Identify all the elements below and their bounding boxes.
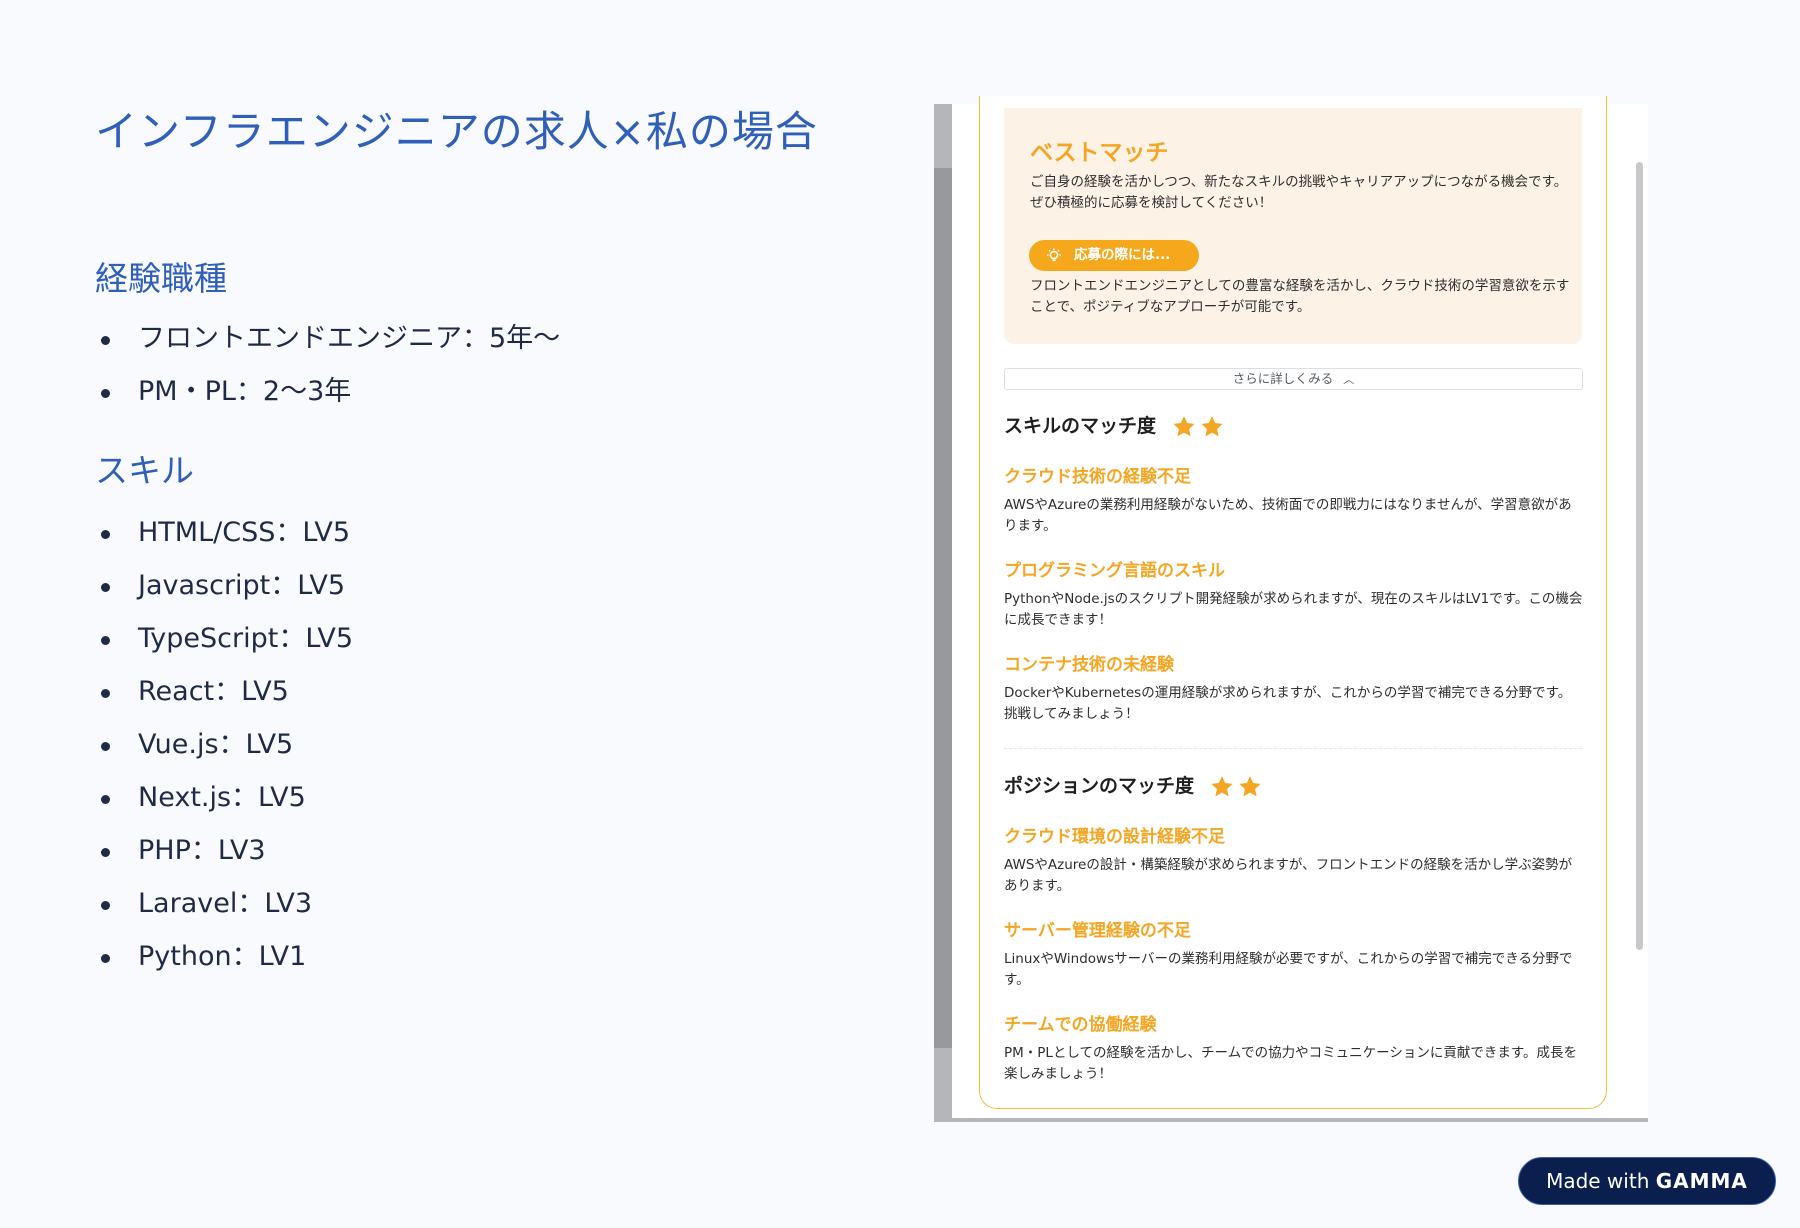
star-icon xyxy=(1239,775,1261,796)
list-item: PHP：LV3 xyxy=(95,833,353,886)
skill-item-desc: PythonやNode.jsのスクリプト開発経験が求められますが、現在のスキルは… xyxy=(1004,591,1583,628)
position-match-stars xyxy=(1209,771,1265,801)
star-icon xyxy=(1173,415,1195,436)
skill-match-stars xyxy=(1171,411,1227,441)
star-icon xyxy=(1201,415,1223,436)
list-item: フロントエンドエンジニア：5年〜 xyxy=(95,321,560,374)
skills-list: HTML/CSS：LV5 Javascript：LV5 TypeScript：L… xyxy=(95,515,353,992)
list-item: Vue.js：LV5 xyxy=(95,727,353,780)
position-item-desc: PM・PLとしての経験を活かし、チームでの協力やコミュニケーションに貢献できます… xyxy=(1004,1045,1578,1082)
list-item: Javascript：LV5 xyxy=(95,568,353,621)
see-more-label: さらに詳しくみる xyxy=(1232,371,1334,386)
experience-list: フロントエンドエンジニア：5年〜 PM・PL：2〜3年 xyxy=(95,321,560,427)
list-item: HTML/CSS：LV5 xyxy=(95,515,353,568)
experience-heading: 経験職種 xyxy=(95,259,227,298)
best-match-description: ご自身の経験を活かしつつ、新たなスキルの挑戦やキャリアアップにつながる機会です。… xyxy=(1030,174,1568,211)
position-item-desc: AWSやAzureの設計・構築経験が求められますが、フロントエンドの経験を活かし… xyxy=(1004,857,1573,894)
list-item: React：LV5 xyxy=(95,674,353,727)
skills-heading: スキル xyxy=(95,451,194,490)
list-item: PM・PL：2〜3年 xyxy=(95,374,560,427)
lightbulb-icon xyxy=(1047,248,1061,262)
made-with-gamma-badge[interactable]: Made with GAMMA xyxy=(1518,1157,1776,1205)
skill-item-desc: DockerやKubernetesの運用経験が求められますが、これからの学習で補… xyxy=(1004,685,1572,722)
skill-item-desc: AWSやAzureの業務利用経験がないため、技術面での即戦力にはなりませんが、学… xyxy=(1004,497,1572,534)
skill-item-title: プログラミング言語のスキル xyxy=(1004,561,1225,581)
position-item-title: サーバー管理経験の不足 xyxy=(1004,921,1191,941)
skill-match-heading: スキルのマッチ度 xyxy=(1004,411,1227,441)
page-title: インフラエンジニアの求人×私の場合 xyxy=(95,107,818,156)
apply-tip-text: フロントエンドエンジニアとしての豊富な経験を活かし、クラウド技術の学習意欲を示す… xyxy=(1030,278,1570,315)
section-divider xyxy=(1004,748,1582,749)
apply-tip-pill: 応募の際には... xyxy=(1029,240,1199,271)
best-match-title: ベストマッチ xyxy=(1030,140,1169,166)
see-more-button[interactable]: さらに詳しくみる ︿ xyxy=(1004,368,1583,390)
position-item-desc: LinuxやWindowsサーバーの業務利用経験が必要ですが、これからの学習で補… xyxy=(1004,951,1573,988)
position-item-title: クラウド環境の設計経験不足 xyxy=(1004,827,1225,847)
skill-item-title: クラウド技術の経験不足 xyxy=(1004,467,1191,487)
skill-item-title: コンテナ技術の未経験 xyxy=(1004,655,1174,675)
list-item: Python：LV1 xyxy=(95,939,353,992)
apply-tip-label: 応募の際には... xyxy=(1074,247,1171,263)
position-item-title: チームでの協働経験 xyxy=(1004,1015,1157,1035)
chevron-up-icon: ︿ xyxy=(1343,373,1355,386)
star-icon xyxy=(1211,775,1233,796)
list-item: TypeScript：LV5 xyxy=(95,621,353,674)
list-item: Next.js：LV5 xyxy=(95,780,353,833)
position-match-heading: ポジションのマッチ度 xyxy=(1004,771,1265,801)
made-with-label: Made with xyxy=(1546,1169,1650,1193)
list-item: Laravel：LV3 xyxy=(95,886,353,939)
position-match-label: ポジションのマッチ度 xyxy=(1004,775,1195,797)
screenshot-backdrop xyxy=(934,168,952,1048)
scrollbar-thumb[interactable] xyxy=(1636,162,1643,950)
skill-match-label: スキルのマッチ度 xyxy=(1004,415,1157,437)
gamma-logo: GAMMA xyxy=(1655,1169,1748,1193)
